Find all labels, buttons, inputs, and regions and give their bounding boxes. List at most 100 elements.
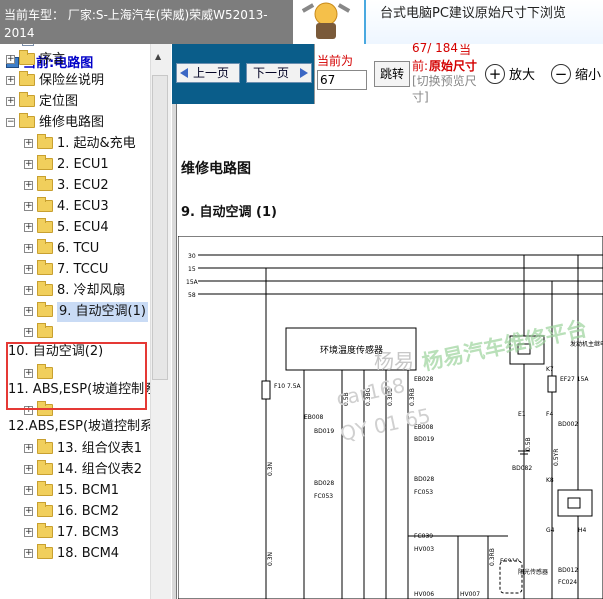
zoom-in-icon[interactable]: + xyxy=(485,64,505,84)
document-title: 维修电路图 xyxy=(181,161,251,177)
tree-item-label: 序言 xyxy=(39,52,66,67)
connector-label: BD028 xyxy=(414,476,434,483)
tree-item[interactable]: 12.ABS,ESP(坡道控制系统 xyxy=(0,417,166,437)
fuse-label: F10 7.5A xyxy=(274,383,302,390)
next-page-button[interactable]: 下一页 xyxy=(246,63,312,83)
page-info-panel: 当前为 跳转 67/ 184 当 前: 原始尺寸 [切换预览尺寸] + 放大 −… xyxy=(314,41,603,105)
page-number-input[interactable] xyxy=(317,70,367,90)
tree-item[interactable]: +3. ECU2 xyxy=(0,176,150,196)
folder-icon xyxy=(37,323,53,338)
connector-label: H4 xyxy=(578,527,587,534)
wire-label: 0.3N xyxy=(267,552,274,566)
ef-label: EF27 15A xyxy=(560,376,589,383)
tree-item[interactable]: +1. 起动&充电 xyxy=(0,134,150,154)
tree-item[interactable]: +15. BCM1 xyxy=(0,481,150,501)
front-word: 前: xyxy=(412,59,429,73)
tree-item[interactable]: +4. ECU3 xyxy=(0,197,150,217)
expand-icon[interactable]: + xyxy=(24,181,33,190)
tree-item[interactable]: +14. 组合仪表2 xyxy=(0,460,150,480)
current-page-label: 当前为 xyxy=(317,54,354,68)
wire-label: 0.5YR xyxy=(553,449,560,466)
tree-item[interactable]: +13. 组合仪表1 xyxy=(0,439,150,459)
connector-label: HV007 xyxy=(460,591,480,598)
tree-item-label: 9. 自动空调(1) xyxy=(57,302,148,322)
connector-label: E1 xyxy=(518,411,526,418)
expand-icon[interactable]: + xyxy=(24,223,33,232)
connector-label: EB028 xyxy=(414,376,434,383)
tree-item-label: 5. ECU4 xyxy=(57,220,109,235)
connector-label: HV006 xyxy=(414,591,434,598)
tree-item-label: 保险丝说明 xyxy=(39,73,105,88)
tree-item[interactable]: +9. 自动空调(1) xyxy=(0,302,150,322)
connector-label: BD082 xyxy=(512,465,532,472)
folder-icon xyxy=(37,302,53,317)
connector-label: BD019 xyxy=(414,436,434,443)
expand-icon[interactable]: + xyxy=(24,244,33,253)
expand-icon[interactable]: + xyxy=(24,265,33,274)
tree-item[interactable]: +16. BCM2 xyxy=(0,502,150,522)
connector-label: BD002 xyxy=(558,421,578,428)
scroll-up-arrow-icon[interactable]: ▲ xyxy=(155,52,161,61)
tree-item-label: 18. BCM4 xyxy=(57,546,120,561)
expand-icon[interactable]: + xyxy=(24,465,33,474)
expand-icon[interactable]: + xyxy=(24,507,33,516)
folder-icon xyxy=(37,134,53,149)
expand-icon[interactable]: + xyxy=(24,286,33,295)
expand-icon[interactable]: + xyxy=(24,444,33,453)
folder-icon xyxy=(19,113,35,128)
folder-icon xyxy=(37,460,53,475)
tree-item[interactable]: +5. ECU4 xyxy=(0,218,150,238)
tree-item[interactable]: 目录 xyxy=(0,44,150,49)
tree-item-label: 目录 xyxy=(42,44,68,49)
expand-icon[interactable]: + xyxy=(24,486,33,495)
zoom-out-icon[interactable]: − xyxy=(551,64,571,84)
expand-icon[interactable]: + xyxy=(24,202,33,211)
expand-icon[interactable]: + xyxy=(24,549,33,558)
tree-item-label: 16. BCM2 xyxy=(57,504,120,519)
expand-icon[interactable]: + xyxy=(6,55,15,64)
wiring-diagram: 30 15 15A 58 环境温度传感器 F10 7.5A EF27 15A 发… xyxy=(178,236,603,599)
tree-item[interactable]: +7. TCCU xyxy=(0,260,150,280)
mechanic-logo-icon xyxy=(296,0,356,44)
tree-item[interactable]: +2. ECU1 xyxy=(0,155,150,175)
tree-item-label: 14. 组合仪表2 xyxy=(57,462,143,477)
collapse-icon[interactable]: − xyxy=(6,118,15,127)
zoom-out-button[interactable]: 缩小 xyxy=(575,64,601,83)
tree-item-label: 8. 冷却风扇 xyxy=(57,283,126,298)
rail-label: 15A xyxy=(186,279,199,286)
tree-item[interactable]: − 维修电路图 xyxy=(0,113,150,133)
tree-item[interactable]: +17. BCM3 xyxy=(0,523,150,543)
tree-item[interactable]: + 保险丝说明 xyxy=(0,71,150,91)
expand-icon[interactable]: + xyxy=(24,328,33,337)
tree-scrollbar-thumb[interactable] xyxy=(152,75,168,380)
expand-icon[interactable]: + xyxy=(24,528,33,537)
folder-icon xyxy=(37,439,53,454)
connector-label: HV003 xyxy=(414,546,434,553)
tree-item[interactable]: + xyxy=(0,323,150,343)
tree-item[interactable]: + 序言 xyxy=(0,50,150,70)
tree-item[interactable]: +8. 冷却风扇 xyxy=(0,281,150,301)
expand-icon[interactable]: + xyxy=(24,307,33,316)
arrow-right-icon xyxy=(300,68,308,78)
tree-item-label: 7. TCCU xyxy=(57,262,109,277)
tree-item[interactable]: + 定位图 xyxy=(0,92,150,112)
expand-icon[interactable]: + xyxy=(24,160,33,169)
expand-icon[interactable]: + xyxy=(6,97,15,106)
original-size-link[interactable]: 原始尺寸 xyxy=(429,57,477,74)
tree-item[interactable]: +18. BCM4 xyxy=(0,544,150,564)
rail-label: 30 xyxy=(188,253,196,260)
section-title: 9. 自动空调 (1) xyxy=(181,205,277,220)
connector-label: BD019 xyxy=(314,428,334,435)
wire-label: 0.3RB xyxy=(489,548,496,566)
sun-sensor-label: 阳光传感器 xyxy=(518,568,548,576)
zoom-in-button[interactable]: 放大 xyxy=(509,64,535,83)
tree-item[interactable]: +6. TCU xyxy=(0,239,150,259)
toggle-preview-size-link[interactable]: [切换预览尺寸] xyxy=(412,73,484,105)
current-word: 当 xyxy=(459,43,472,57)
tree-item-label: 15. BCM1 xyxy=(57,483,120,498)
expand-icon[interactable]: + xyxy=(6,76,15,85)
prev-page-button[interactable]: 上一页 xyxy=(176,63,240,83)
tree-item-label: 4. ECU3 xyxy=(57,199,109,214)
jump-button[interactable]: 跳转 xyxy=(374,61,410,87)
expand-icon[interactable]: + xyxy=(24,139,33,148)
